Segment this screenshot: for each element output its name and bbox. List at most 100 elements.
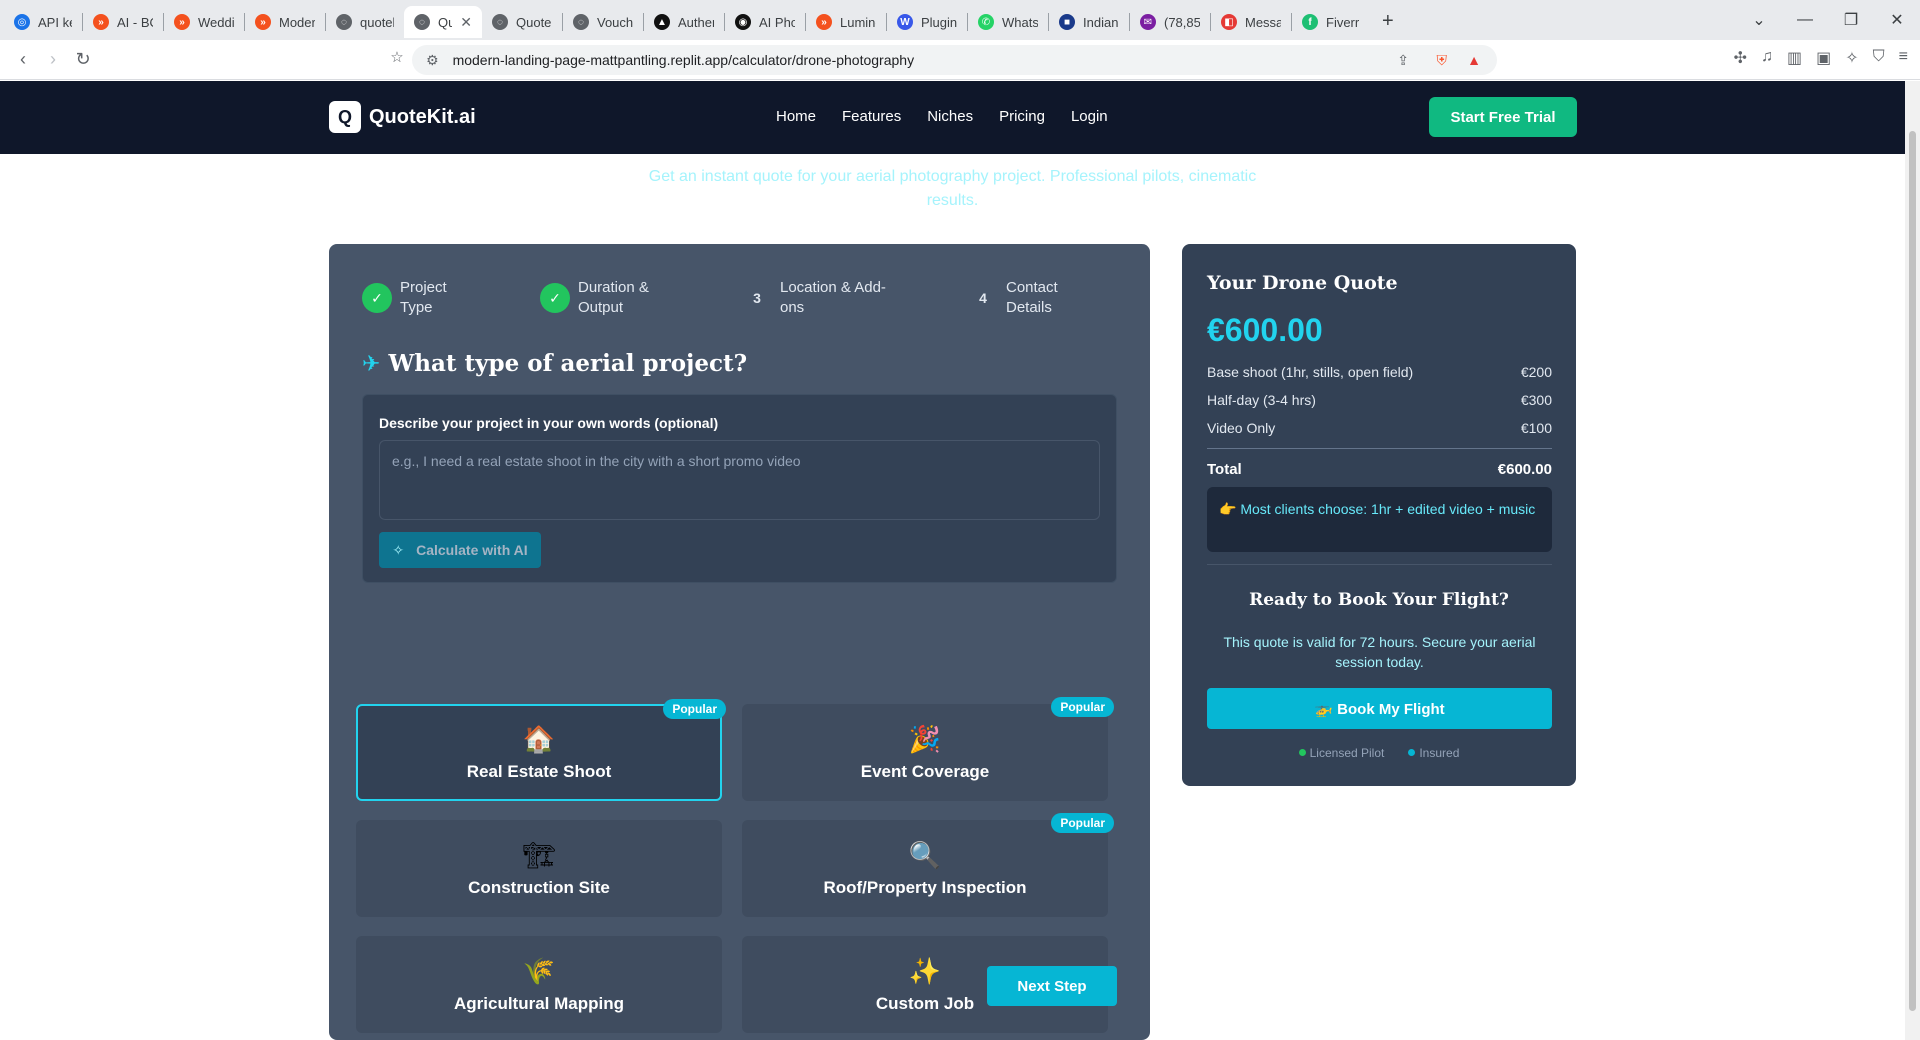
browser-tab[interactable]: » Wedding xyxy=(164,6,244,38)
step-contact-details: 4 Contact Details xyxy=(968,278,1076,318)
question-heading: ✈ What type of aerial project? xyxy=(362,350,747,377)
calculate-with-ai-button[interactable]: ✧ Calculate with AI xyxy=(379,532,541,568)
tab-title: ModernL xyxy=(279,14,315,30)
nav-features[interactable]: Features xyxy=(842,108,901,125)
restore-icon[interactable]: ❐ xyxy=(1828,10,1874,30)
start-free-trial-button[interactable]: Start Free Trial xyxy=(1429,97,1577,137)
quote-total-row: Total €600.00 xyxy=(1207,455,1552,483)
tab-favicon-icon: ■ xyxy=(1059,14,1075,30)
browser-tab[interactable]: ▲ Authentic xyxy=(644,6,724,38)
browser-tab[interactable]: ◌ Quo ✕ xyxy=(404,6,482,38)
browser-tab[interactable]: ◌ QuoteKit xyxy=(482,6,562,38)
tab-favicon-icon: » xyxy=(255,14,271,30)
line-item: Base shoot (1hr, stills, open field) €20… xyxy=(1207,358,1552,386)
total-value: €600.00 xyxy=(1497,460,1552,478)
book-my-flight-button[interactable]: 🚁 Book My Flight xyxy=(1207,688,1552,729)
browser-tab[interactable]: ✉ (78,859 xyxy=(1130,6,1210,38)
plane-icon: ✈ xyxy=(362,350,381,376)
share-icon[interactable]: ⇪ xyxy=(1397,52,1409,69)
forward-icon[interactable]: › xyxy=(38,49,68,70)
tab-favicon-icon: » xyxy=(174,14,190,30)
trust-label: Insured xyxy=(1419,746,1460,760)
browser-tab[interactable]: ◧ Message xyxy=(1211,6,1291,38)
next-step-button[interactable]: Next Step xyxy=(987,966,1117,1006)
sidebar-icon[interactable]: ▥ xyxy=(1787,48,1802,68)
nav-niches[interactable]: Niches xyxy=(927,108,973,125)
option-real-estate-shoot[interactable]: Popular 🏠 Real Estate Shoot xyxy=(356,699,726,801)
new-tab-button[interactable]: + xyxy=(1372,10,1404,33)
tab-favicon-icon: f xyxy=(1302,14,1318,30)
browser-tab[interactable]: » AI - BOU xyxy=(83,6,163,38)
back-icon[interactable]: ‹ xyxy=(8,49,38,70)
page-subtitle: Get an instant quote for your aerial pho… xyxy=(648,168,1257,209)
menu-icon[interactable]: ≡ xyxy=(1899,48,1908,68)
bookmark-icon[interactable]: ☆ xyxy=(382,48,412,66)
scrollbar-thumb[interactable] xyxy=(1909,131,1916,1011)
tab-title: AI Photo xyxy=(759,14,795,30)
project-description-input[interactable]: e.g., I need a real estate shoot in the … xyxy=(379,440,1100,520)
divider xyxy=(1207,564,1552,565)
page-scrollbar[interactable] xyxy=(1905,81,1920,1040)
step-project-type: ✓ Project Type xyxy=(362,278,480,318)
tab-favicon-icon: ◎ xyxy=(14,14,30,30)
nav-login[interactable]: Login xyxy=(1071,108,1108,125)
check-icon: ✓ xyxy=(362,283,392,313)
ready-to-book-heading: Ready to Book Your Flight? xyxy=(1249,590,1509,610)
nav-pricing[interactable]: Pricing xyxy=(999,108,1045,125)
browser-tab[interactable]: » ModernL xyxy=(245,6,325,38)
vpn-icon[interactable]: ⛉ xyxy=(1873,48,1885,68)
browser-tab[interactable]: ■ Indian e xyxy=(1049,6,1129,38)
option-agricultural-mapping[interactable]: 🌾 Agricultural Mapping xyxy=(356,936,722,1033)
site-info-icon[interactable]: ⚙ xyxy=(426,52,439,69)
url-field[interactable]: ⚙ modern-landing-page-mattpantling.repli… xyxy=(412,45,1497,75)
reload-icon[interactable]: ↻ xyxy=(68,49,98,70)
brave-shield-icon[interactable]: ⛨ xyxy=(1437,52,1448,69)
option-label: Event Coverage xyxy=(860,761,990,781)
logo[interactable]: Q QuoteKit.ai xyxy=(329,101,476,133)
tab-search-icon[interactable]: ⌄ xyxy=(1736,10,1782,30)
option-label: Custom Job xyxy=(875,993,975,1013)
browser-tab[interactable]: ◌ quotekit xyxy=(326,6,404,38)
window-close-icon[interactable]: ✕ xyxy=(1874,10,1920,30)
quote-title: Your Drone Quote xyxy=(1207,272,1398,294)
tab-title: VoucherF xyxy=(597,14,633,30)
tab-close-icon[interactable]: ✕ xyxy=(460,14,472,31)
step-location-addons: 3 Location & Add-ons xyxy=(742,278,890,318)
tab-title: QuoteKit xyxy=(516,14,552,30)
tab-title: Indian e xyxy=(1083,14,1119,30)
line-item-label: Base shoot (1hr, stills, open field) xyxy=(1207,364,1414,380)
construction-icon: 🏗 xyxy=(522,839,556,870)
wallet-icon[interactable]: ▣ xyxy=(1816,48,1831,68)
nav-home[interactable]: Home xyxy=(776,108,816,125)
toolbar-icons: ✣ ♫ ▥ ▣ ✧ ⛉ ≡ xyxy=(1734,48,1908,68)
browser-tab[interactable]: ✆ WhatsAp xyxy=(968,6,1048,38)
browser-tab[interactable]: W Plugins xyxy=(887,6,967,38)
crop-icon: 🌾 xyxy=(522,955,556,986)
tab-favicon-icon: ◉ xyxy=(735,14,751,30)
browser-tab[interactable]: ◌ VoucherF xyxy=(563,6,643,38)
option-roof-property-inspection[interactable]: Popular 🔍 Roof/Property Inspection xyxy=(742,813,1114,917)
step-progress: ✓ Project Type ✓ Duration & Output 3 Loc… xyxy=(362,278,1122,320)
browser-tab[interactable]: ◉ AI Photo xyxy=(725,6,805,38)
step-label: Contact Details xyxy=(1006,279,1058,316)
status-dot-icon xyxy=(1298,749,1306,756)
leo-ai-icon[interactable]: ✧ xyxy=(1845,48,1858,68)
popular-badge: Popular xyxy=(663,699,726,719)
tab-favicon-icon: ◧ xyxy=(1221,14,1237,30)
option-construction-site[interactable]: 🏗 Construction Site xyxy=(356,820,722,917)
brave-rewards-icon[interactable]: ▲ xyxy=(1467,52,1481,68)
popular-choice-tip: 👉 Most clients choose: 1hr + edited vide… xyxy=(1207,487,1552,552)
browser-tab[interactable]: » Luminou xyxy=(806,6,886,38)
step-label: Project Type xyxy=(400,279,447,316)
tab-title: Authentic xyxy=(678,14,714,30)
browser-tab[interactable]: f Fiverr / In xyxy=(1292,6,1372,38)
minimize-icon[interactable]: — xyxy=(1782,11,1828,29)
extensions-icon[interactable]: ✣ xyxy=(1734,48,1747,68)
browser-tab[interactable]: ◎ API keys xyxy=(4,6,82,38)
option-event-coverage[interactable]: Popular 🎉 Event Coverage xyxy=(742,697,1114,801)
line-item-amount: €200 xyxy=(1520,364,1552,380)
tab-favicon-icon: ◌ xyxy=(573,14,589,30)
tab-favicon-icon: ◌ xyxy=(336,14,352,30)
quote-validity-text: This quote is valid for 72 hours. Secure… xyxy=(1223,634,1536,670)
media-icon[interactable]: ♫ xyxy=(1761,48,1773,68)
